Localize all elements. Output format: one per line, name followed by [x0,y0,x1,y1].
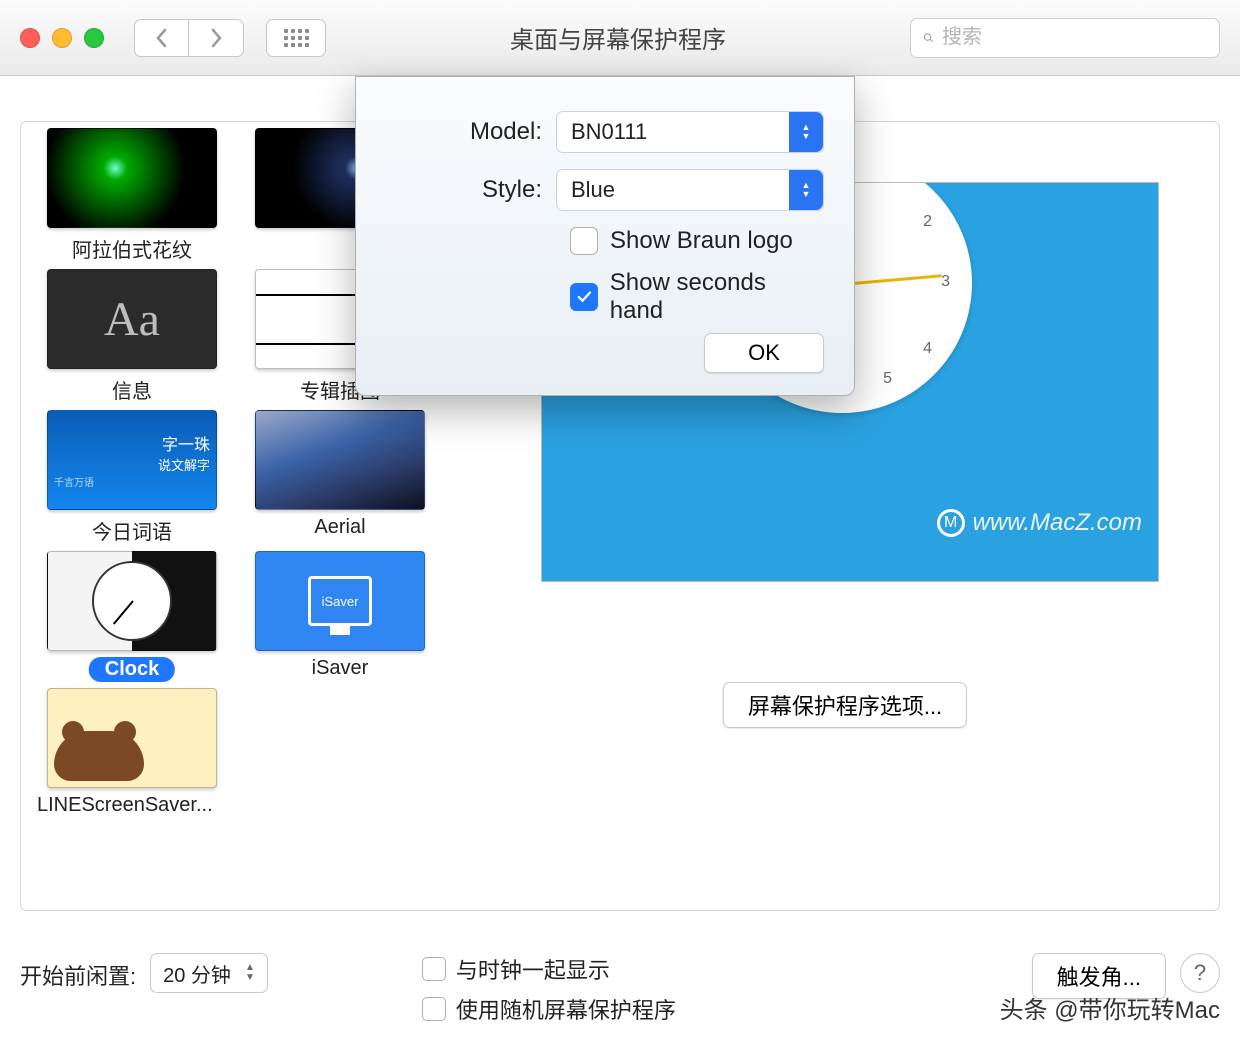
watermark-badge-icon: M [937,509,965,537]
saver-thumbnail: iSaver [255,551,425,651]
nav-segment [134,19,244,57]
saver-thumbnail: 字一珠 说文解字 千言万语 [47,410,217,510]
search-icon [923,28,934,48]
saver-label: Aerial [245,516,435,539]
screensaver-options-button[interactable]: 屏幕保护程序选项... [723,682,967,728]
show-seconds-label: Show seconds hand [610,269,824,325]
idle-time-select[interactable]: 20 分钟 ▲▼ [150,953,268,993]
style-label: Style: [386,176,556,204]
saver-label: 今日词语 [37,516,227,545]
show-logo-label: Show Braun logo [610,227,793,255]
check-icon [575,288,593,306]
show-seconds-checkbox[interactable] [570,283,598,311]
thumb-text: 字一珠 [162,431,210,455]
random-saver-label: 使用随机屏幕保护程序 [456,993,676,1025]
chevron-left-icon [154,28,170,48]
saver-item-isaver[interactable]: iSaver iSaver [245,551,435,682]
random-saver-checkbox[interactable] [422,997,446,1021]
ok-button[interactable]: OK [704,333,824,373]
window-controls [20,28,104,48]
window-title: 桌面与屏幕保护程序 [338,20,898,55]
saver-label: 阿拉伯式花纹 [37,234,227,263]
idle-time-value: 20 分钟 [163,959,231,988]
search-input[interactable] [942,26,1207,49]
search-field[interactable] [910,18,1220,58]
help-button[interactable]: ? [1180,953,1220,993]
style-select[interactable]: Blue ▲▼ [556,169,824,211]
dropdown-arrows-icon: ▲▼ [789,112,823,152]
help-icon: ? [1194,960,1206,986]
saver-thumbnail [47,128,217,228]
saver-label-selected: Clock [89,657,175,682]
model-label: Model: [386,118,556,146]
forward-button[interactable] [189,19,244,57]
grid-icon [284,29,309,47]
saver-item-line[interactable]: LINEScreenSaver... [37,688,227,817]
saver-label: 信息 [37,375,227,404]
saver-item-message[interactable]: Aa 信息 [37,269,227,404]
zoom-window-icon[interactable] [84,28,104,48]
show-all-prefs-button[interactable] [266,19,326,57]
saver-item-arabesque[interactable]: 阿拉伯式花纹 [37,128,227,263]
show-clock-checkbox[interactable] [422,957,446,981]
chevron-right-icon [208,28,224,48]
idle-label: 开始前闲置: [20,955,136,991]
close-window-icon[interactable] [20,28,40,48]
saver-label: LINEScreenSaver... [37,794,227,817]
saver-thumbnail: Aa [47,269,217,369]
thumb-text: iSaver [308,576,372,626]
titlebar: 桌面与屏幕保护程序 [0,0,1240,76]
saver-item-clock[interactable]: Clock [37,551,227,682]
saver-item-word[interactable]: 字一珠 说文解字 千言万语 今日词语 [37,410,227,545]
minimize-window-icon[interactable] [52,28,72,48]
saver-item-aerial[interactable]: Aerial [245,410,435,545]
style-value: Blue [571,177,615,203]
model-value: BN0111 [571,119,647,145]
saver-label: iSaver [245,657,435,680]
stepper-icon: ▲▼ [245,963,255,983]
saver-thumbnail [255,410,425,510]
preview-watermark: M www.MacZ.com [937,509,1142,537]
show-logo-checkbox[interactable] [570,227,598,255]
saver-thumbnail [47,551,217,651]
options-sheet: Model: BN0111 ▲▼ Style: Blue ▲▼ Show Bra… [355,76,855,396]
footer-watermark: 头条 @带你玩转Mac [1000,990,1220,1025]
watermark-text: www.MacZ.com [973,509,1142,537]
dropdown-arrows-icon: ▲▼ [789,170,823,210]
back-button[interactable] [134,19,189,57]
thumb-text: 千言万语 [54,474,94,489]
show-clock-label: 与时钟一起显示 [456,953,610,985]
saver-thumbnail [47,688,217,788]
model-select[interactable]: BN0111 ▲▼ [556,111,824,153]
thumb-text: 说文解字 [158,455,210,474]
